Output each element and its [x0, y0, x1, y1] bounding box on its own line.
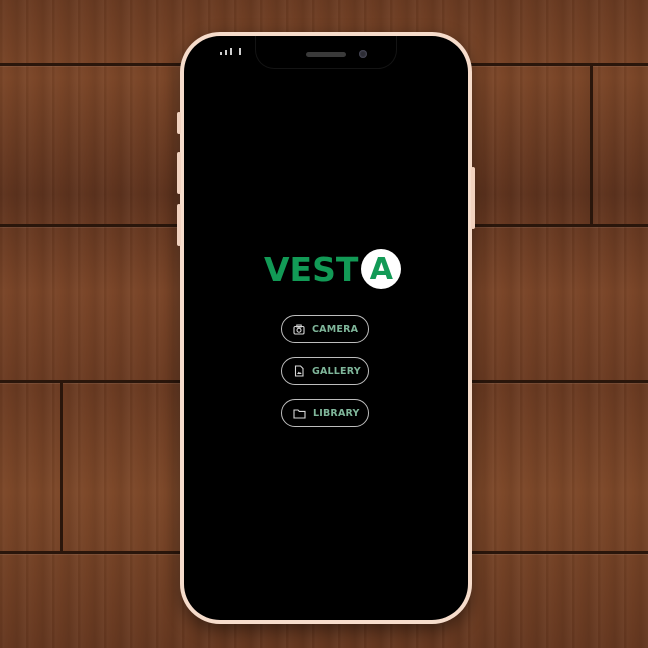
phone-screen: VEST A CAMERA GALLERY LIBRARY	[184, 36, 468, 620]
plank-seam	[60, 383, 63, 551]
status-bar	[220, 48, 241, 55]
wood-table-background: VEST A CAMERA GALLERY LIBRARY	[0, 0, 648, 648]
phone-frame: VEST A CAMERA GALLERY LIBRARY	[177, 32, 475, 624]
volume-down-button	[177, 204, 181, 246]
camera-button-label: CAMERA	[312, 323, 359, 335]
signal-icon	[220, 52, 222, 55]
power-button	[471, 167, 475, 229]
folder-icon	[293, 408, 306, 419]
volume-up-button	[177, 152, 181, 194]
plank-seam	[590, 66, 593, 224]
gallery-button-label: GALLERY	[312, 365, 361, 377]
camera-button[interactable]: CAMERA	[281, 315, 369, 343]
app-logo: VEST A	[264, 249, 402, 289]
library-button-label: LIBRARY	[313, 407, 360, 419]
notch	[256, 36, 396, 68]
front-camera	[359, 50, 367, 58]
gallery-button[interactable]: GALLERY	[281, 357, 369, 385]
signal-icon	[230, 48, 232, 55]
signal-icon	[225, 50, 227, 55]
speaker-grille	[306, 52, 346, 57]
library-button[interactable]: LIBRARY	[281, 399, 369, 427]
mute-switch	[177, 112, 181, 134]
wifi-icon	[239, 48, 241, 55]
logo-badge: A	[361, 249, 402, 289]
image-file-icon	[294, 365, 304, 377]
logo-wordmark: VEST	[264, 249, 359, 289]
camera-icon	[293, 324, 305, 335]
